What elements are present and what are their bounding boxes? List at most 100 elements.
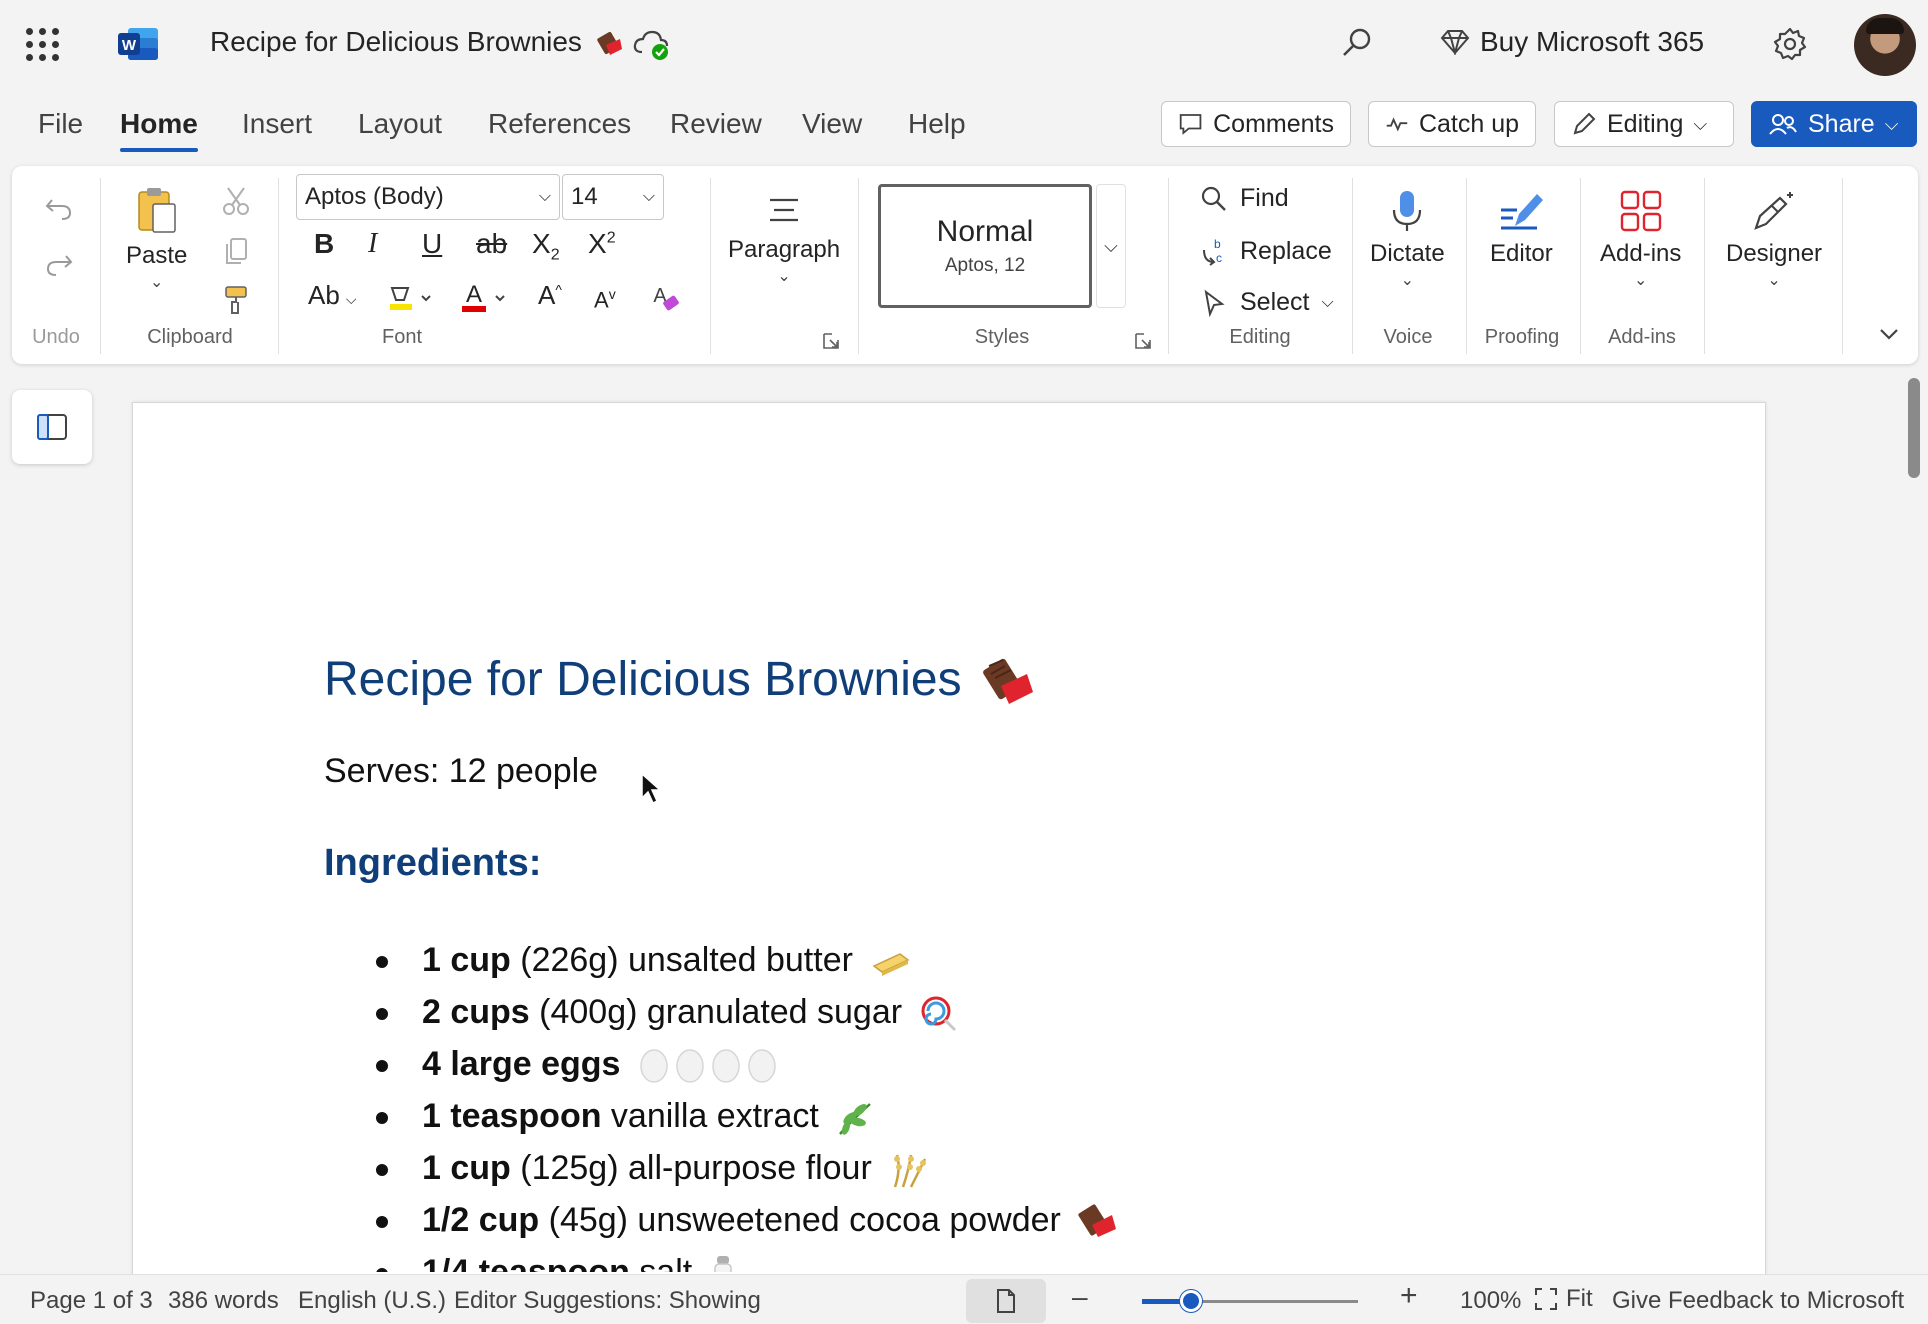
ingredients-heading[interactable]: Ingredients: (324, 842, 541, 885)
zoom-out-icon[interactable]: – (1072, 1281, 1088, 1313)
zoom-in-icon[interactable]: + (1400, 1279, 1418, 1313)
underline-icon[interactable]: U (422, 228, 442, 260)
document-title[interactable]: Recipe for Delicious Brownies (210, 26, 624, 58)
tab-view[interactable]: View (802, 108, 862, 140)
list-item[interactable]: 1 cup (125g) all-purpose flour (372, 1142, 1472, 1194)
give-feedback-link[interactable]: Give Feedback to Microsoft (1612, 1287, 1904, 1315)
vertical-scrollbar[interactable] (1908, 378, 1920, 478)
separator (278, 178, 279, 354)
list-item[interactable]: 1 cup (226g) unsalted butter (372, 934, 1472, 986)
chevron-down-icon: ⌵ (642, 188, 655, 205)
shrink-font-icon[interactable]: Av (594, 286, 616, 313)
superscript-icon[interactable]: X2 (588, 228, 616, 260)
chevron-down-icon: ⌵ (1693, 113, 1708, 134)
format-painter-icon[interactable] (222, 284, 250, 316)
chevron-down-icon: ⌵ (538, 188, 551, 205)
font-family-select[interactable]: Aptos (Body) ⌵ (296, 174, 560, 220)
editor-pen-icon (1501, 194, 1544, 230)
tab-help[interactable]: Help (908, 108, 966, 140)
copy-icon[interactable] (222, 236, 250, 266)
zoom-level[interactable]: 100% (1460, 1287, 1521, 1315)
navigation-pane-button[interactable] (12, 390, 92, 464)
add-ins-button[interactable]: Add-ins ⌄ (1600, 188, 1681, 290)
list-item[interactable]: 4 large eggs (372, 1038, 1472, 1090)
replace-icon: bc (1203, 237, 1222, 266)
select-button[interactable]: Select ⌵ (1200, 288, 1334, 317)
ribbon-toolbar: Undo Paste ⌄ Clipboard Aptos (Body) ⌵ 14… (12, 166, 1918, 364)
people-icon (1769, 114, 1797, 135)
fit-icon (1535, 1288, 1557, 1310)
undo-icon[interactable] (44, 196, 74, 222)
tab-review[interactable]: Review (670, 108, 762, 140)
cloud-saved-icon[interactable] (632, 28, 672, 62)
dictate-button[interactable]: Dictate ⌄ (1370, 188, 1445, 290)
font-group-label: Font (381, 326, 423, 348)
print-layout-view-button[interactable] (966, 1279, 1046, 1323)
grow-font-icon[interactable]: A^ (538, 280, 562, 311)
styles-expand-button[interactable]: ⌵ (1096, 184, 1126, 308)
list-item[interactable]: 1 teaspoon vanilla extract (372, 1090, 1472, 1142)
proofing-group-label: Proofing (1484, 326, 1560, 348)
add-ins-group-label: Add-ins (1608, 326, 1676, 348)
document-heading[interactable]: Recipe for Delicious Brownies (324, 652, 1035, 708)
tab-layout[interactable]: Layout (358, 108, 442, 140)
dialog-launcher-icon[interactable] (1134, 332, 1152, 350)
subscript-icon[interactable]: X2 (532, 228, 560, 265)
share-button[interactable]: Share ⌵ (1751, 101, 1917, 147)
fit-button[interactable]: Fit (1534, 1285, 1593, 1313)
change-case-icon[interactable]: Ab ⌵ (308, 280, 356, 311)
tab-home[interactable]: Home (120, 108, 198, 152)
language-status[interactable]: English (U.S.) (298, 1287, 446, 1315)
editor-suggestions-status[interactable]: Editor Suggestions: Showing (454, 1287, 761, 1315)
clear-formatting-icon[interactable]: A (648, 282, 682, 314)
list-item[interactable]: 2 cups (400g) granulated sugar (372, 986, 1472, 1038)
separator (1580, 178, 1581, 354)
style-normal[interactable]: Normal Aptos, 12 (878, 184, 1092, 308)
chevron-down-icon: ⌄ (1767, 272, 1781, 289)
chocolate-icon (983, 659, 1033, 705)
cut-icon[interactable] (222, 186, 250, 216)
tab-file[interactable]: File (38, 108, 83, 140)
redo-icon[interactable] (44, 252, 74, 278)
highlight-icon[interactable] (386, 284, 438, 314)
search-icon[interactable] (1340, 26, 1374, 60)
designer-button[interactable]: Designer ⌄ (1726, 188, 1822, 290)
ribbon-collapse-chevron-icon[interactable] (1878, 326, 1900, 342)
find-button[interactable]: Find (1200, 184, 1289, 213)
status-bar: Page 1 of 3 386 words English (U.S.) Edi… (0, 1274, 1928, 1324)
separator (858, 178, 859, 354)
word-count[interactable]: 386 words (168, 1287, 279, 1315)
dialog-launcher-icon[interactable] (822, 332, 840, 350)
editing-mode-button[interactable]: Editing ⌵ (1554, 101, 1734, 147)
page-count[interactable]: Page 1 of 3 (30, 1287, 153, 1315)
chevron-down-icon: ⌄ (1633, 272, 1648, 289)
list-item[interactable]: 1/2 cup (45g) unsweetened cocoa powder (372, 1194, 1472, 1246)
zoom-slider-thumb[interactable] (1180, 1290, 1202, 1312)
buy-microsoft-365-button[interactable]: Buy Microsoft 365 (1440, 26, 1704, 58)
tab-insert[interactable]: Insert (242, 108, 312, 140)
svg-text:c: c (1216, 251, 1222, 265)
catch-up-button[interactable]: Catch up (1368, 101, 1536, 147)
paste-button[interactable]: Paste ⌄ (126, 186, 187, 292)
bold-icon[interactable]: B (314, 228, 334, 260)
user-avatar[interactable] (1854, 14, 1916, 76)
paste-icon (137, 188, 176, 233)
replace-button[interactable]: bc Replace (1200, 236, 1332, 266)
tab-references[interactable]: References (488, 108, 631, 140)
app-launcher-icon[interactable] (26, 28, 60, 62)
list-item[interactable]: 1/4 teaspoon salt (372, 1246, 1472, 1272)
pointer-icon (1204, 289, 1225, 317)
clipboard-group-label: Clipboard (147, 326, 233, 348)
comments-button[interactable]: Comments (1161, 101, 1351, 147)
strikethrough-icon[interactable]: ab (476, 228, 507, 260)
serves-text[interactable]: Serves: 12 people (324, 752, 598, 791)
word-logo-icon[interactable]: W (118, 26, 160, 62)
paragraph-button[interactable]: Paragraph ⌄ (728, 190, 840, 286)
editor-button[interactable]: Editor (1490, 188, 1553, 268)
font-color-icon[interactable]: A (460, 280, 512, 316)
font-size-select[interactable]: 14 ⌵ (562, 174, 664, 220)
settings-gear-icon[interactable] (1772, 26, 1808, 62)
italic-icon[interactable]: I (368, 228, 377, 260)
navigation-pane-icon (37, 414, 67, 440)
activity-icon (1386, 117, 1408, 132)
